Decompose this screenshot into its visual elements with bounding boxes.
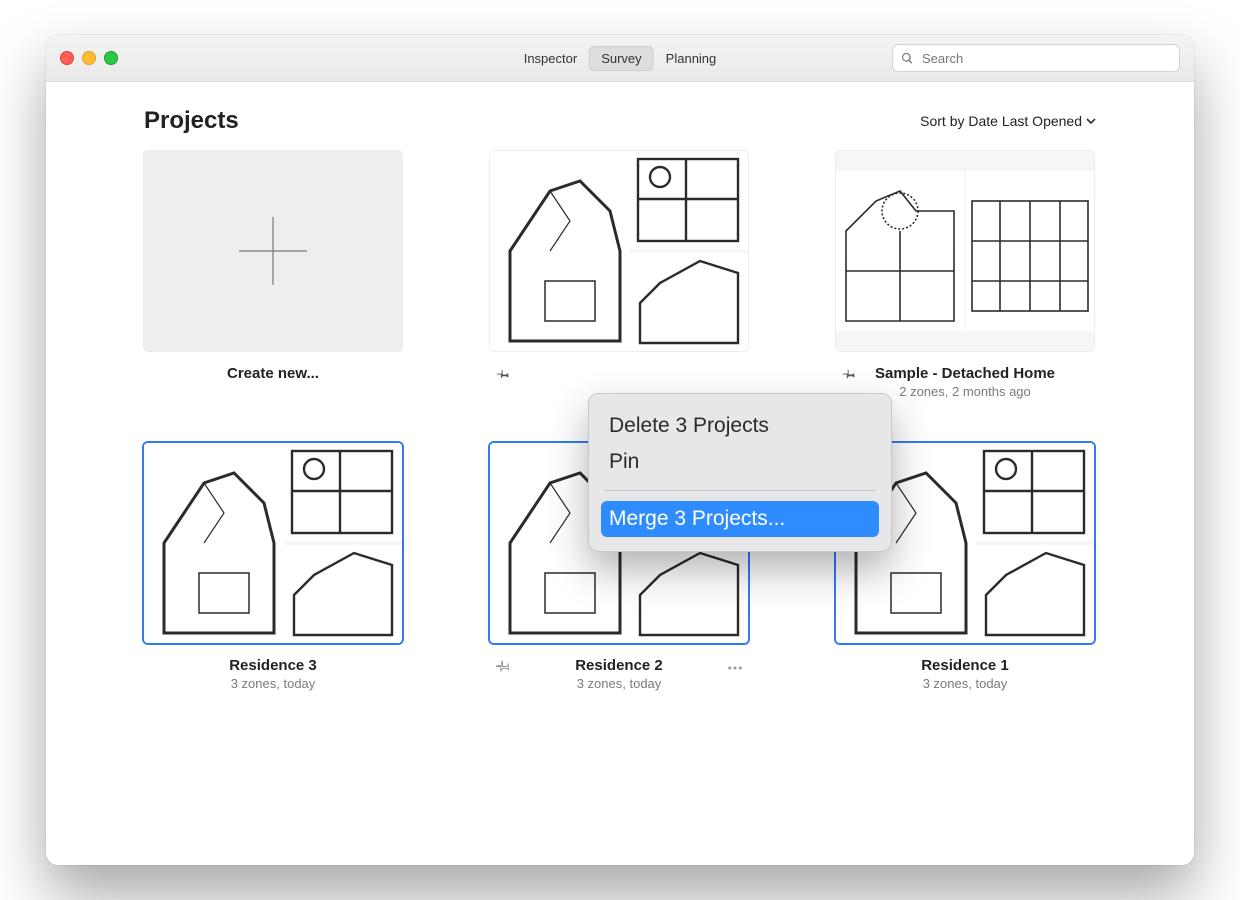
window-traffic-lights bbox=[60, 51, 118, 65]
project-card[interactable]: Sample - Detached Home 2 zones, 2 months… bbox=[836, 151, 1094, 399]
search-input[interactable] bbox=[920, 50, 1171, 67]
pin-outline-icon[interactable] bbox=[490, 657, 516, 674]
window-titlebar: Inspector Survey Planning bbox=[46, 35, 1194, 82]
segment-planning[interactable]: Planning bbox=[654, 46, 729, 71]
menu-merge-projects[interactable]: Merge 3 Projects... bbox=[601, 501, 879, 537]
project-title: Residence 2 bbox=[516, 657, 722, 674]
project-title: Residence 1 bbox=[836, 657, 1094, 674]
app-window: Inspector Survey Planning Projects Sort … bbox=[46, 35, 1194, 865]
search-field[interactable] bbox=[892, 44, 1180, 72]
window-close-button[interactable] bbox=[60, 51, 74, 65]
create-new-card[interactable]: Create new... bbox=[144, 151, 402, 399]
menu-delete-projects[interactable]: Delete 3 Projects bbox=[601, 408, 879, 444]
search-icon bbox=[901, 52, 914, 65]
segment-survey[interactable]: Survey bbox=[589, 46, 653, 71]
window-minimize-button[interactable] bbox=[82, 51, 96, 65]
project-subtitle: 3 zones, today bbox=[516, 676, 722, 691]
more-icon[interactable] bbox=[722, 657, 748, 677]
context-menu: Delete 3 Projects Pin Merge 3 Projects..… bbox=[588, 393, 892, 552]
mode-segmented-control[interactable]: Inspector Survey Planning bbox=[512, 46, 729, 71]
project-title: Residence 3 bbox=[144, 657, 402, 674]
sort-dropdown[interactable]: Sort by Date Last Opened bbox=[920, 113, 1096, 129]
sort-label: Sort by Date Last Opened bbox=[920, 113, 1082, 129]
project-thumb[interactable] bbox=[490, 151, 748, 351]
project-thumb[interactable] bbox=[836, 151, 1094, 351]
menu-divider bbox=[605, 490, 875, 491]
project-subtitle: 3 zones, today bbox=[836, 676, 1094, 691]
project-card[interactable] bbox=[490, 151, 748, 399]
project-subtitle: 2 zones, 2 months ago bbox=[862, 384, 1068, 399]
pin-icon[interactable] bbox=[490, 365, 516, 382]
menu-pin[interactable]: Pin bbox=[601, 444, 879, 480]
window-zoom-button[interactable] bbox=[104, 51, 118, 65]
page-title: Projects bbox=[144, 107, 239, 135]
create-new-label: Create new... bbox=[144, 365, 402, 382]
project-thumb[interactable] bbox=[144, 443, 402, 643]
create-new-thumb[interactable] bbox=[144, 151, 402, 351]
project-card[interactable]: Residence 3 3 zones, today bbox=[144, 443, 402, 691]
plus-icon bbox=[233, 211, 313, 291]
project-subtitle: 3 zones, today bbox=[144, 676, 402, 691]
chevron-down-icon bbox=[1086, 116, 1096, 126]
project-title: Sample - Detached Home bbox=[862, 365, 1068, 382]
pin-icon[interactable] bbox=[836, 365, 862, 382]
segment-inspector[interactable]: Inspector bbox=[512, 46, 589, 71]
